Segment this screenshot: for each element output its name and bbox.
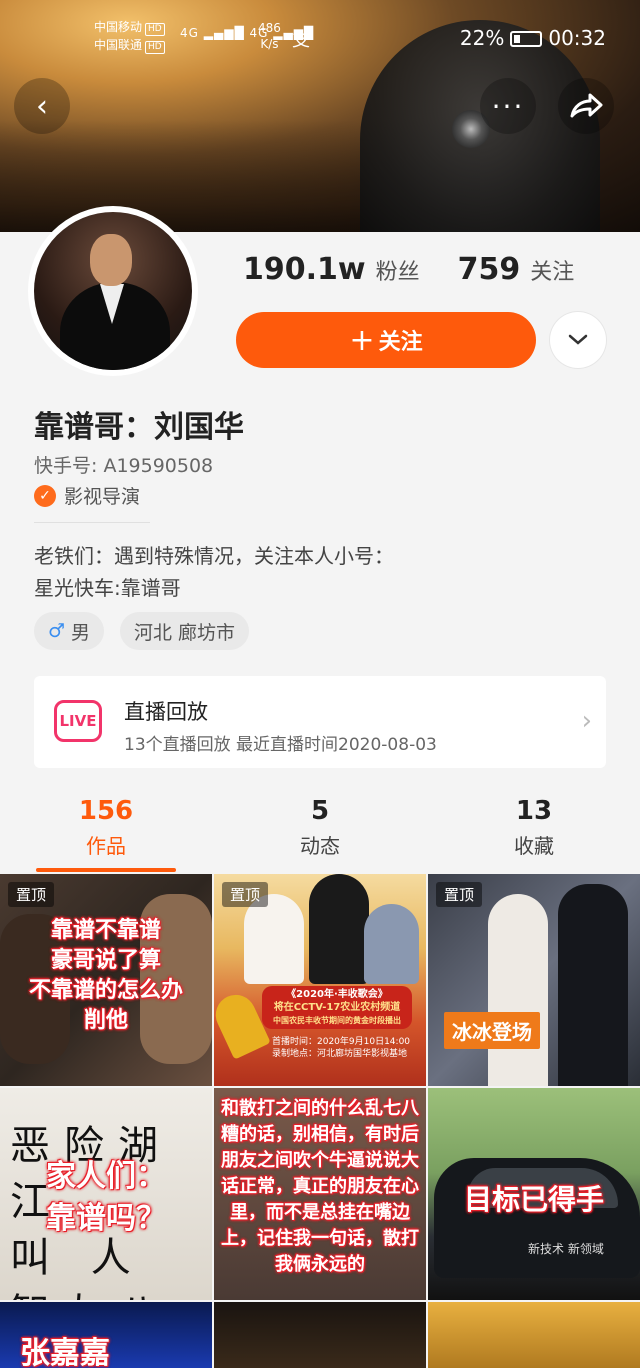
video-thumbnail[interactable]: 置顶 冰冰登场 <box>428 874 640 1086</box>
tab-count: 5 <box>310 796 330 826</box>
alipay-icon: 支 <box>292 30 310 51</box>
clock: 00:32 <box>548 26 606 50</box>
content-tabs: 156 作品 5 动态 13 收藏 <box>0 796 640 872</box>
share-button[interactable] <box>558 78 614 134</box>
follow-button[interactable]: + 关注 <box>236 312 536 368</box>
video-thumbnail[interactable] <box>428 1302 640 1368</box>
bio-line: 老铁们：遇到特殊情况，关注本人小号： <box>34 544 394 568</box>
event-poster-text: 《2020年·丰收歌会》 将在CCTV-17农业农村频道 中国农民丰收节期间的黄… <box>262 986 412 1029</box>
video-thumbnail[interactable] <box>214 1302 426 1368</box>
video-thumbnail[interactable]: 置顶 靠谱不靠谱 豪哥说了算 不靠谱的怎么办 削他 <box>0 874 212 1086</box>
share-arrow-icon <box>570 93 603 118</box>
live-replay-subtitle: 13个直播回放 最近直播时间2020-08-03 <box>124 735 437 755</box>
pinned-badge: 置顶 <box>222 882 269 907</box>
verified-label: 影视导演 <box>64 486 141 508</box>
pinned-badge: 置顶 <box>8 882 55 907</box>
video-thumbnail[interactable]: 置顶 《2020年·丰收歌会》 将在CCTV-17农业农村频道 中国农民丰收节期… <box>214 874 426 1086</box>
live-icon: LIVE <box>54 700 102 742</box>
video-caption: 目标已得手 <box>463 1183 604 1216</box>
carrier-2: 中国联通 <box>94 38 143 52</box>
video-thumbnail[interactable]: 恶险湖江 叫 人 智友八大 家人们： 靠谱吗？ <box>0 1088 212 1300</box>
hd-badge: HD <box>145 41 165 54</box>
video-thumbnail[interactable]: 张嘉嘉 <box>0 1302 212 1368</box>
video-caption: 冰冰登场 <box>444 1012 540 1049</box>
followers-label[interactable]: 粉丝 <box>376 254 420 286</box>
recommend-dropdown-button[interactable] <box>550 312 606 368</box>
user-name: 靠谱哥：刘国华 <box>34 410 244 445</box>
male-icon: ♂ <box>48 620 66 642</box>
verified-check-icon: ✓ <box>34 484 56 507</box>
following-count[interactable]: 759 <box>458 252 521 287</box>
active-tab-indicator <box>36 868 176 872</box>
bio: 老铁们：遇到特殊情况，关注本人小号： 星光快车:靠谱哥 <box>34 540 394 604</box>
hd-badge: HD <box>145 23 165 36</box>
divider <box>34 522 150 523</box>
tab-moments[interactable]: 5 动态 <box>230 796 410 859</box>
tab-favorites[interactable]: 13 收藏 <box>444 796 624 859</box>
video-grid: 置顶 靠谱不靠谱 豪哥说了算 不靠谱的怎么办 削他 置顶 《2020年·丰收歌会… <box>0 874 640 1368</box>
back-button[interactable]: ‹ <box>14 78 70 134</box>
battery-icon <box>510 31 543 47</box>
status-bar: 中国移动 HD 中国联通 HD 4G ▂▄▆█ 4G ▂▄▆█ 486 K/s 支 2… <box>0 16 640 56</box>
tab-count: 13 <box>515 796 553 826</box>
kuaishou-id[interactable]: 快手号: A19590508 <box>34 451 213 478</box>
tab-works[interactable]: 156 作品 <box>16 796 196 872</box>
pinned-badge: 置顶 <box>436 882 483 907</box>
tab-count: 156 <box>78 796 134 826</box>
video-caption: 张嘉嘉 <box>20 1336 110 1368</box>
video-caption: 家人们： 靠谱吗？ <box>46 1159 166 1236</box>
video-thumbnail[interactable]: 和散打之间的什么乱七八糟的话，别相信，有时后朋友之间吹个牛逼说说大话正常，真正的… <box>214 1088 426 1300</box>
tab-label: 收藏 <box>514 834 554 858</box>
tab-label: 动态 <box>300 834 340 858</box>
more-button[interactable]: ··· <box>480 78 536 134</box>
network-speed: 486 K/s <box>258 21 281 51</box>
avatar[interactable] <box>28 206 198 376</box>
profile-stats: 190.1w 粉丝 759 关注 <box>243 252 612 287</box>
location-tag: 河北 廊坊市 <box>120 612 250 650</box>
ellipsis-icon: ··· <box>491 89 525 123</box>
tab-label: 作品 <box>86 834 126 858</box>
gender-tag: ♂ 男 <box>34 612 105 650</box>
bio-line: 星光快车:靠谱哥 <box>34 576 181 600</box>
battery-time: 22% 00:32 <box>460 26 606 50</box>
chevron-left-icon: ‹ <box>36 88 48 124</box>
following-label[interactable]: 关注 <box>530 254 574 286</box>
avatar-photo <box>34 212 192 370</box>
carrier-info: 中国移动 HD 中国联通 HD <box>94 18 165 54</box>
car-text: 新技术 新领域 <box>528 1242 604 1256</box>
carrier-1: 中国移动 <box>94 20 143 34</box>
live-replay-title: 直播回放 <box>124 700 208 724</box>
battery-percent: 22% <box>459 26 505 50</box>
video-caption: 和散打之间的什么乱七八糟的话，别相信，有时后朋友之间吹个牛逼说说大话正常，真正的… <box>221 1098 419 1275</box>
followers-count[interactable]: 190.1w <box>243 252 366 287</box>
follow-button-label: 关注 <box>378 330 423 355</box>
video-thumbnail[interactable]: 新技术 新领域 目标已得手 <box>428 1088 640 1300</box>
video-caption: 靠谱不靠谱 豪哥说了算 不靠谱的怎么办 削他 <box>28 918 183 1033</box>
chevron-right-icon: › <box>581 706 592 736</box>
live-replay-card[interactable]: LIVE 直播回放 13个直播回放 最近直播时间2020-08-03 › <box>34 676 606 768</box>
chevron-down-icon <box>568 334 588 345</box>
verified-badge: ✓ 影视导演 <box>34 482 140 509</box>
gender-label: 男 <box>71 621 91 644</box>
plus-icon: + <box>349 322 375 358</box>
